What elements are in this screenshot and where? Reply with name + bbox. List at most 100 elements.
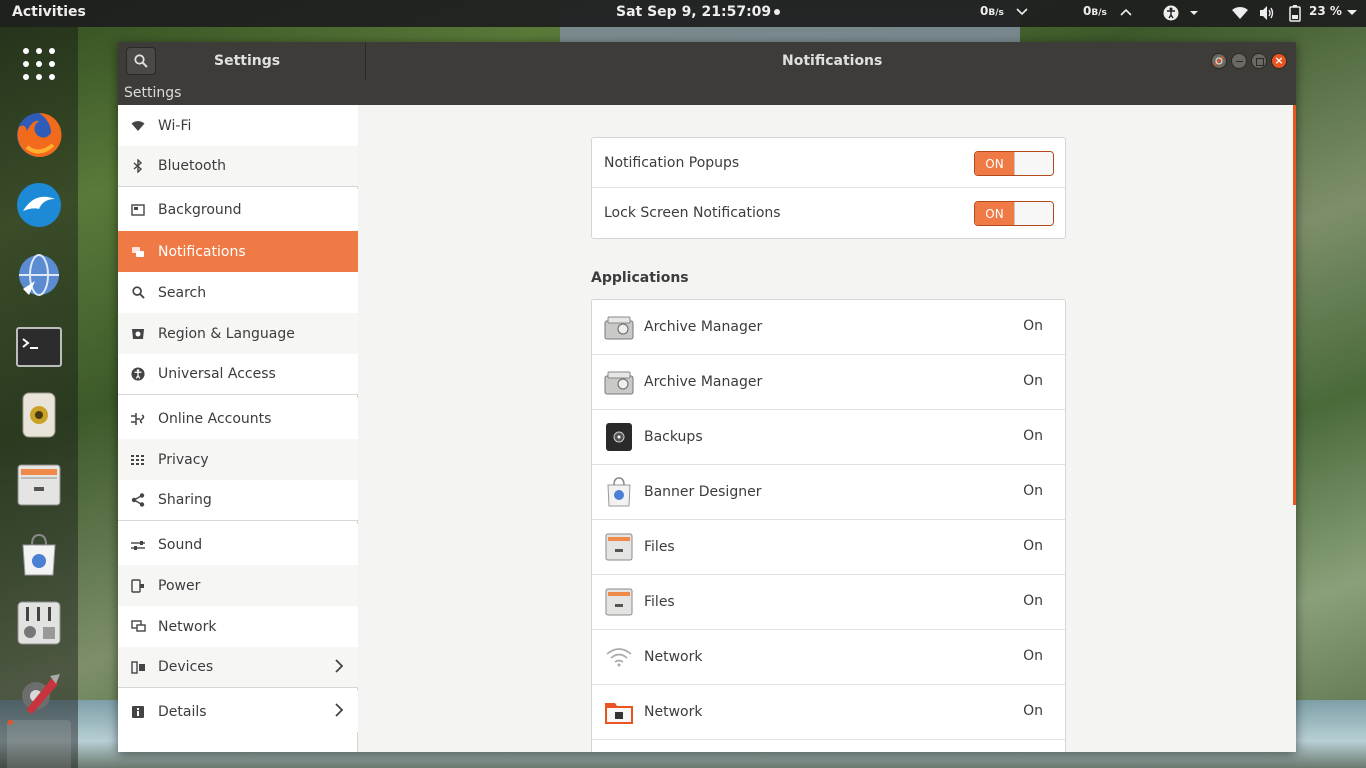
activities-button[interactable]: Activities [12,4,86,20]
notification-popups-row[interactable]: Notification Popups ON [592,138,1065,188]
network-icon [118,620,158,633]
close-button[interactable]: × [1271,53,1287,69]
sidebar-item-label: Details [158,703,207,720]
app-name: Banner Designer [644,484,762,500]
toggle-knob[interactable] [1013,152,1053,175]
sidebar-item-label: Online Accounts [158,410,272,427]
speaker-icon[interactable] [15,391,63,439]
app-name: Archive Manager [644,319,763,335]
list-item[interactable]: Banner Designer On [592,465,1065,520]
sidebar-item-bluetooth[interactable]: Bluetooth [118,146,358,187]
toggle-state: ON [975,202,1014,225]
running-indicator-icon [8,720,13,725]
lock-screen-notifications-toggle[interactable]: ON [974,201,1054,226]
sound-icon [118,540,158,550]
files-icon [603,531,635,563]
files-icon [603,586,635,618]
banner-designer-icon [603,476,635,508]
list-item[interactable]: Backups On [592,410,1065,465]
sidebar-item-search[interactable]: Search [118,272,358,313]
share-icon [118,493,158,507]
sidebar-item-devices[interactable]: Devices [118,647,358,688]
list-item[interactable]: Files On [592,520,1065,575]
sidebar-item-privacy[interactable]: Privacy [118,439,358,480]
search-icon [134,54,148,68]
sidebar-item-sound[interactable]: Sound [118,524,358,565]
sidebar-item-label: Wi-Fi [158,117,192,134]
settings-gear-icon[interactable] [1211,53,1227,69]
list-item[interactable] [592,740,1065,752]
chevron-down-icon[interactable] [1016,6,1028,20]
list-item[interactable]: Archive Manager On [592,355,1065,410]
sidebar-item-label: Devices [158,659,214,675]
list-item[interactable]: Network On [592,630,1065,685]
app-menu[interactable]: Settings [124,85,181,101]
app-status: On [1023,593,1043,609]
sidebar-item-label: Background [158,201,242,218]
search-button[interactable] [126,47,156,75]
list-item[interactable]: Files On [592,575,1065,630]
sidebar-item-region[interactable]: Region & Language [118,313,358,354]
sidebar-item-network[interactable]: Network [118,606,358,647]
lock-screen-notifications-row[interactable]: Lock Screen Notifications ON [592,188,1065,238]
battery-level: 23 % [1309,4,1342,18]
software-icon[interactable] [15,531,63,579]
list-item[interactable]: Archive Manager On [592,300,1065,355]
online-accounts-icon [118,412,158,426]
privacy-icon [118,454,158,466]
lock-screen-notifications-label: Lock Screen Notifications [604,205,781,221]
firefox-icon[interactable] [15,111,63,159]
sidebar-item-notifications[interactable]: Notifications [118,231,358,272]
net-up-indicator[interactable]: 0B/s [1083,4,1107,18]
sidebar-item-label: Notifications [158,243,246,260]
settings-window: Settings Notifications × Settings Wi-Fi … [118,42,1296,752]
network-folder-icon [603,696,635,728]
scrollbar[interactable] [1293,105,1296,505]
volume-icon[interactable] [1258,5,1276,24]
sidebar-item-label: Power [158,577,201,594]
app-status: On [1023,483,1043,499]
bluetooth-icon [118,159,158,173]
globe-icon[interactable] [15,251,63,299]
minimize-button[interactable] [1231,53,1247,69]
battery-icon[interactable] [1288,5,1302,25]
app-name: Network [644,704,703,720]
sidebar-item-wifi[interactable]: Wi-Fi [118,105,358,146]
browser-icon[interactable] [15,181,63,229]
settings-icon[interactable] [15,669,63,717]
terminal-icon[interactable] [15,323,63,371]
notification-popups-toggle[interactable]: ON [974,151,1054,176]
sidebar-item-online-accounts[interactable]: Online Accounts [118,398,358,439]
accessibility-menu-icon[interactable] [1163,5,1203,24]
power-icon [118,578,158,593]
files-icon[interactable] [15,461,63,509]
system-menu-chevron-icon[interactable] [1346,6,1358,20]
accessibility-icon [118,367,158,381]
list-item[interactable]: Network On [592,685,1065,740]
chevron-up-icon[interactable] [1120,6,1132,20]
app-grid-icon[interactable] [15,40,63,88]
clock[interactable]: Sat Sep 9, 21:57:09 [616,4,781,20]
header-bar: Settings Notifications × [118,42,1296,80]
notification-popups-label: Notification Popups [604,154,740,171]
app-status: On [1023,648,1043,664]
sidebar-item-details[interactable]: Details [118,691,358,732]
mixer-icon[interactable] [15,599,63,647]
notifications-panel: Notification Popups ON Lock Screen Notif… [359,105,1296,752]
applications-heading: Applications [591,270,689,286]
sidebar-item-sharing[interactable]: Sharing [118,480,358,521]
toggle-state: ON [975,152,1014,175]
toggle-knob[interactable] [1013,202,1053,225]
sidebar-item-power[interactable]: Power [118,565,358,606]
wifi-status-icon[interactable] [1231,5,1249,24]
app-name: Files [644,539,675,555]
net-down-indicator[interactable]: 0B/s [980,4,1004,18]
app-menu-bar: Settings [118,80,1296,105]
sidebar-item-universal-access[interactable]: Universal Access [118,354,358,395]
net-down-unit: B/s [988,8,1004,18]
maximize-button[interactable] [1251,53,1267,69]
applications-list: Archive Manager On Archive Manager On Ba… [591,299,1066,752]
app-name: Files [644,594,675,610]
sidebar-item-background[interactable]: Background [118,189,358,230]
network-wifi-icon [603,641,635,673]
